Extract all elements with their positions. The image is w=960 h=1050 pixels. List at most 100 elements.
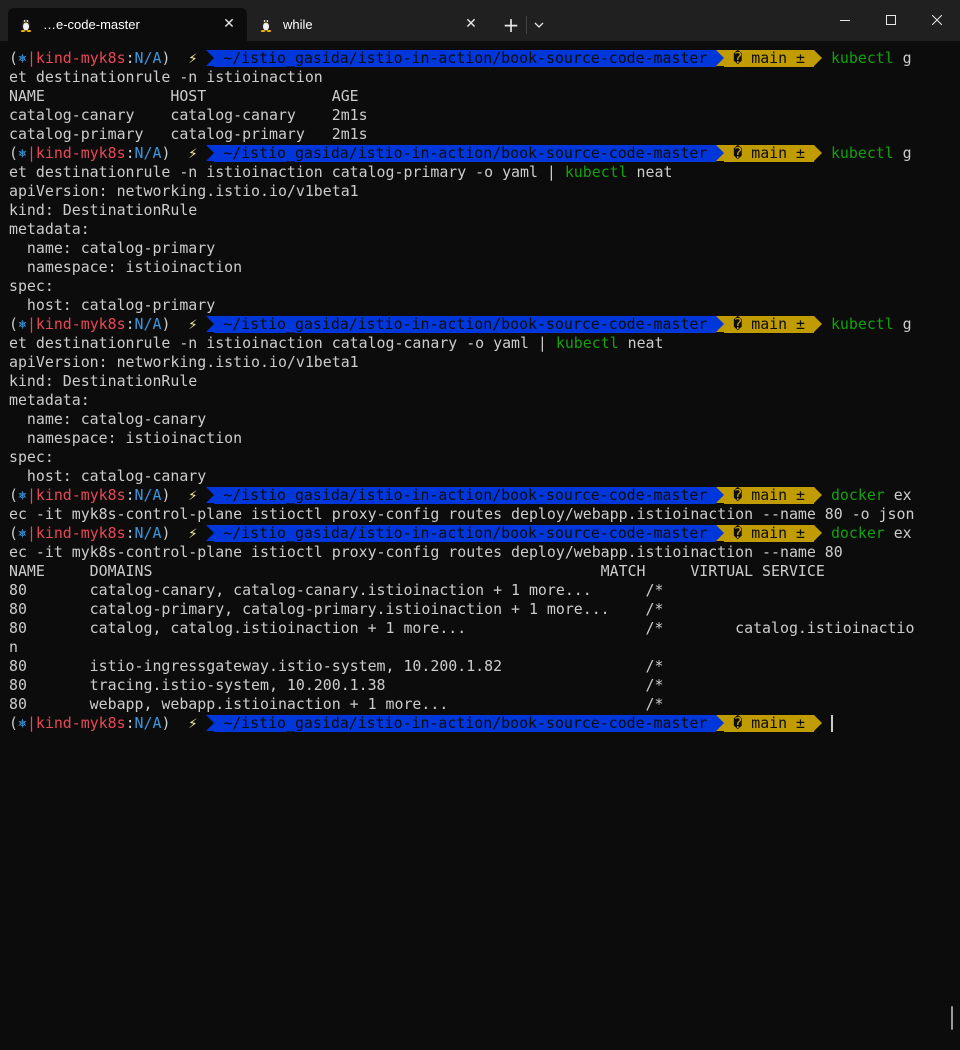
- lightning-icon: ⚡: [188, 486, 198, 504]
- prompt-colon: :: [125, 714, 135, 732]
- kube-namespace: N/A: [134, 144, 162, 162]
- kubernetes-icon: ⎈: [17, 486, 27, 504]
- prompt-paren: ): [161, 524, 171, 542]
- chevron-down-icon[interactable]: [530, 16, 548, 34]
- lightning-icon: ⚡: [188, 714, 198, 732]
- command-args: et destinationrule -n istioinaction cata…: [9, 334, 556, 352]
- terminal-output[interactable]: (⎈|kind-myk8s:N/A) ⚡ ~/istio_gasida/isti…: [0, 41, 960, 1050]
- prompt-separator: |: [26, 49, 36, 67]
- tab-active[interactable]: …e-code-master ✕: [8, 8, 247, 41]
- new-tab-button[interactable]: +: [500, 14, 522, 36]
- git-branch: � main ±: [724, 524, 814, 542]
- powerline-arrow-icon: [206, 316, 215, 332]
- powerline-arrow-icon: [206, 145, 215, 161]
- maximize-icon: [886, 15, 896, 25]
- output-line: metadata:: [9, 220, 90, 238]
- powerline-arrow-icon: [813, 316, 822, 332]
- output-line: kind: DestinationRule: [9, 372, 198, 390]
- command-args: g: [893, 144, 912, 162]
- scrollbar-thumb[interactable]: [951, 1006, 953, 1030]
- output-line: name: catalog-canary: [9, 410, 207, 428]
- output-line: metadata:: [9, 391, 90, 409]
- lightning-icon: ⚡: [188, 144, 198, 162]
- close-tab-icon[interactable]: ✕: [219, 14, 239, 34]
- output-line: host: catalog-primary: [9, 296, 216, 314]
- minimize-button[interactable]: [822, 0, 868, 41]
- output-line: ec -it myk8s-control-plane istioctl prox…: [9, 505, 915, 523]
- powerline-arrow-icon: [813, 50, 822, 66]
- output-line: namespace: istioinaction: [9, 258, 243, 276]
- close-window-button[interactable]: [914, 0, 960, 41]
- powerline-arrow-icon: [716, 715, 725, 731]
- linux-penguin-icon: [260, 19, 272, 32]
- output-line: n: [9, 638, 18, 656]
- command-name: kubectl: [564, 163, 628, 181]
- powerline-arrow-icon: [206, 50, 215, 66]
- current-path: ~/istio_gasida/istio-in-action/book-sour…: [214, 524, 717, 542]
- kube-namespace: N/A: [134, 315, 162, 333]
- tab-divider: [526, 16, 527, 34]
- command-name: kubectl: [830, 49, 894, 67]
- prompt-separator: |: [26, 144, 36, 162]
- current-path: ~/istio_gasida/istio-in-action/book-sour…: [214, 315, 717, 333]
- command-name: docker: [830, 524, 885, 542]
- kube-context: kind-myk8s: [35, 315, 126, 333]
- output-line: host: catalog-canary: [9, 467, 207, 485]
- prompt-paren: (: [9, 49, 18, 67]
- lightning-icon: ⚡: [188, 49, 198, 67]
- prompt-colon: :: [125, 315, 135, 333]
- prompt-separator: |: [26, 315, 36, 333]
- maximize-button[interactable]: [868, 0, 914, 41]
- kubernetes-icon: ⎈: [17, 315, 27, 333]
- tab-label: …e-code-master: [43, 17, 140, 32]
- output-line: 80 catalog, catalog.istioinaction + 1 mo…: [9, 619, 915, 637]
- output-line: 80 istio-ingressgateway.istio-system, 10…: [9, 657, 664, 675]
- prompt-line: (⎈|kind-myk8s:N/A) ⚡ ~/istio_gasida/isti…: [9, 315, 912, 334]
- linux-penguin-icon: [20, 19, 32, 32]
- close-tab-icon[interactable]: ✕: [461, 14, 481, 34]
- kube-namespace: N/A: [134, 714, 162, 732]
- prompt-colon: :: [125, 144, 135, 162]
- prompt-colon: :: [125, 49, 135, 67]
- tab-inactive[interactable]: while ✕: [248, 8, 489, 41]
- powerline-arrow-icon: [716, 145, 725, 161]
- title-bar: …e-code-master ✕ while ✕ +: [0, 0, 960, 41]
- powerline-arrow-icon: [716, 316, 725, 332]
- prompt-line: (⎈|kind-myk8s:N/A) ⚡ ~/istio_gasida/isti…: [9, 714, 833, 733]
- command-args: g: [893, 49, 912, 67]
- command-continuation: et destinationrule -n istioinaction cata…: [9, 163, 672, 182]
- prompt-paren: (: [9, 524, 18, 542]
- close-icon: [932, 15, 942, 25]
- kube-context: kind-myk8s: [35, 524, 126, 542]
- prompt-colon: :: [125, 486, 135, 504]
- prompt-paren: ): [161, 714, 171, 732]
- kube-context: kind-myk8s: [35, 144, 126, 162]
- output-line: ec -it myk8s-control-plane istioctl prox…: [9, 543, 843, 561]
- output-line: NAME DOMAINS MATCH VIRTUAL SERVICE: [9, 562, 825, 580]
- powerline-arrow-icon: [206, 525, 215, 541]
- output-line: namespace: istioinaction: [9, 429, 243, 447]
- prompt-paren: ): [161, 315, 171, 333]
- output-line: NAME HOST AGE: [9, 87, 359, 105]
- command-name: kubectl: [830, 144, 894, 162]
- output-line: 80 webapp, webapp.istioinaction + 1 more…: [9, 695, 664, 713]
- powerline-arrow-icon: [206, 487, 215, 503]
- prompt-separator: |: [26, 714, 36, 732]
- output-line: 80 catalog-primary, catalog-primary.isti…: [9, 600, 664, 618]
- output-line: apiVersion: networking.istio.io/v1beta1: [9, 182, 359, 200]
- current-path: ~/istio_gasida/istio-in-action/book-sour…: [214, 714, 717, 732]
- git-branch: � main ±: [724, 49, 814, 67]
- output-line: 80 tracing.istio-system, 10.200.1.38 /*: [9, 676, 664, 694]
- prompt-colon: :: [125, 524, 135, 542]
- kube-namespace: N/A: [134, 524, 162, 542]
- git-branch: � main ±: [724, 144, 814, 162]
- lightning-icon: ⚡: [188, 524, 198, 542]
- command-args: ex: [884, 486, 912, 504]
- kubernetes-icon: ⎈: [17, 714, 27, 732]
- command-args: ex: [884, 524, 912, 542]
- output-line: apiVersion: networking.istio.io/v1beta1: [9, 353, 359, 371]
- output-line: name: catalog-primary: [9, 239, 216, 257]
- prompt-separator: |: [26, 486, 36, 504]
- kube-context: kind-myk8s: [35, 486, 126, 504]
- kube-context: kind-myk8s: [35, 49, 126, 67]
